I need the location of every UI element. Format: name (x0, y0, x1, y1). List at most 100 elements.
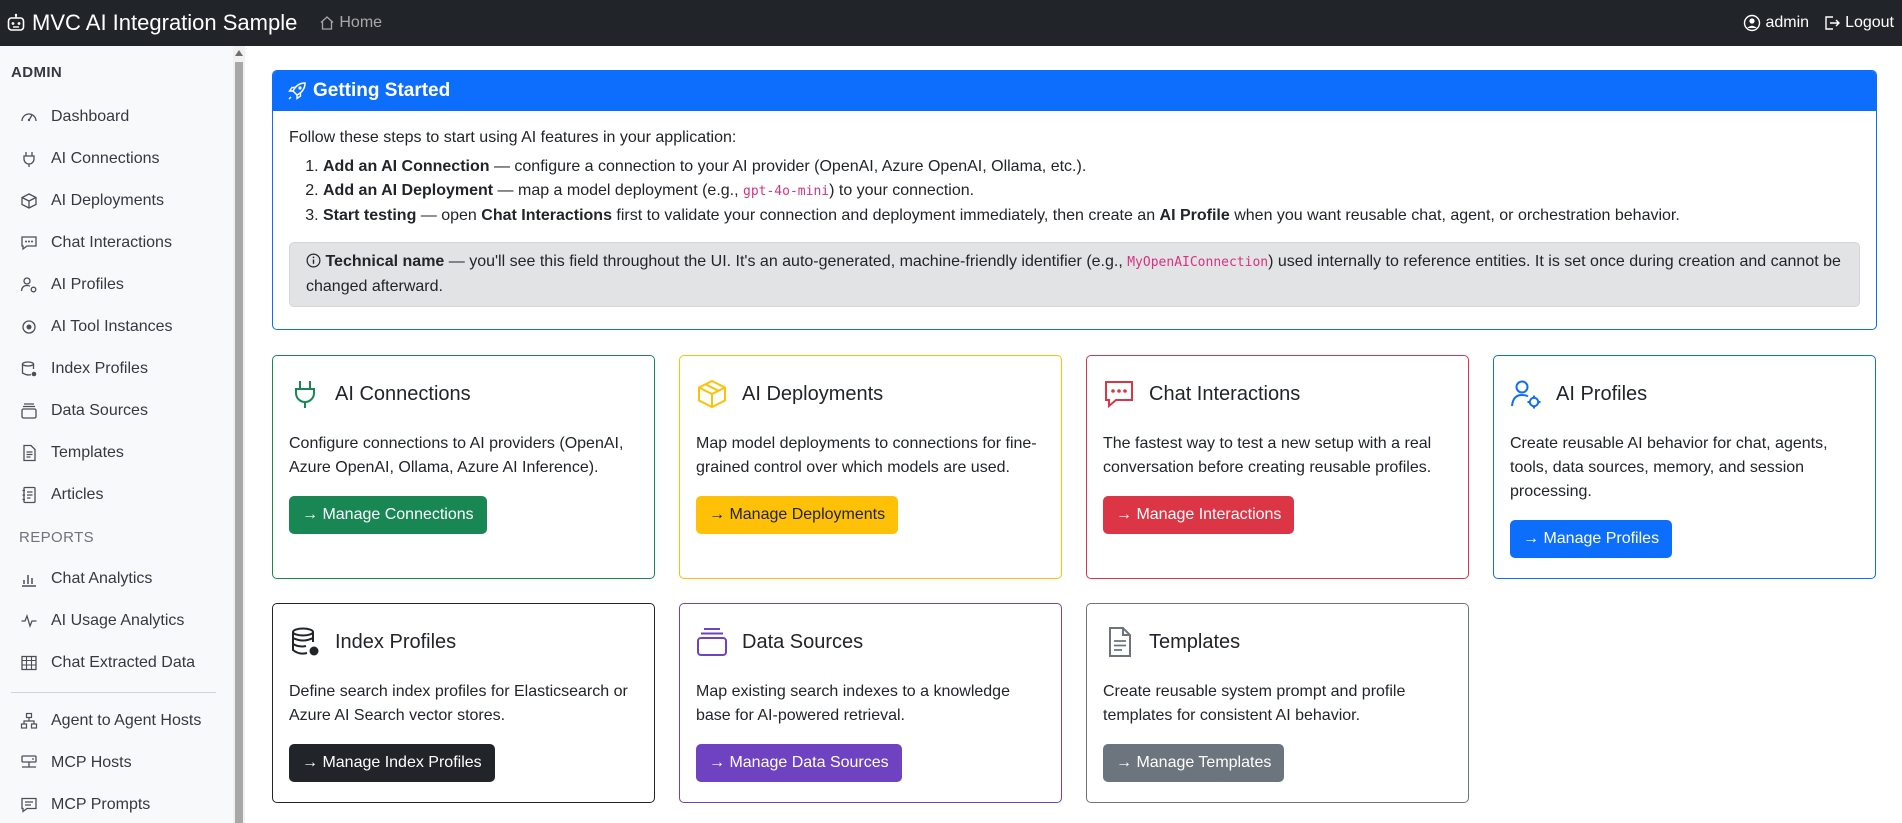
manage-interactions-button[interactable]: → Manage Interactions (1103, 496, 1295, 534)
sidebar-item-ai-connections[interactable]: AI Connections (20, 144, 160, 174)
sidebar: ADMIN Dashboard AI Connections AI Deploy… (0, 46, 233, 823)
sidebar-item-label: AI Profiles (51, 276, 124, 293)
sidebar-item-label: MCP Prompts (51, 796, 151, 813)
sidebar-item-label: MCP Hosts (51, 754, 132, 771)
home-label: Home (339, 14, 383, 31)
manage-deployments-button[interactable]: → Manage Deployments (696, 496, 899, 534)
getting-started-intro: Follow these steps to start using AI fea… (289, 129, 737, 146)
table-icon (21, 655, 37, 671)
card-data-sources: Data Sources Map existing search indexes… (679, 603, 1062, 803)
sidebar-item-chat-extracted-data[interactable]: Chat Extracted Data (20, 648, 195, 678)
sidebar-item-templates[interactable]: Templates (20, 438, 124, 468)
card-chat-interactions: Chat Interactions The fastest way to tes… (1086, 355, 1469, 579)
sidebar-item-label: Templates (51, 444, 124, 461)
person-gear-icon (20, 277, 37, 293)
database-gear-icon (292, 627, 319, 656)
chat-square-text-icon (21, 797, 37, 813)
journal-text-icon (22, 486, 36, 504)
box-icon (21, 193, 37, 209)
manage-profiles-button[interactable]: → Manage Profiles (1510, 520, 1673, 558)
sidebar-item-ai-profiles[interactable]: AI Profiles (20, 270, 124, 300)
sidebar-item-data-sources[interactable]: Data Sources (20, 396, 148, 426)
sidebar-scrollbar[interactable] (233, 46, 245, 823)
sidebar-item-label: Index Profiles (51, 360, 148, 377)
plug-icon (295, 381, 315, 408)
steps-list: Add an AI Connection — configure a conne… (323, 155, 1860, 228)
sidebar-heading-reports: REPORTS (19, 529, 95, 546)
hdd-network-icon (21, 755, 37, 768)
card-description: Create reusable system prompt and profil… (1103, 683, 1406, 724)
step-item: Add an AI Deployment — map a model deplo… (323, 179, 1860, 204)
nav-home-link[interactable]: Home (319, 14, 382, 32)
getting-started-title: Getting Started (313, 80, 451, 101)
card-title: Index Profiles (335, 630, 457, 653)
house-icon (320, 16, 334, 30)
sidebar-item-label: Agent to Agent Hosts (51, 712, 202, 729)
sidebar-item-mcp-hosts[interactable]: MCP Hosts (20, 748, 132, 778)
sidebar-item-articles[interactable]: Articles (20, 480, 103, 510)
sidebar-item-ai-tool-instances[interactable]: AI Tool Instances (20, 312, 173, 342)
sidebar-item-ai-usage-analytics[interactable]: AI Usage Analytics (20, 606, 184, 636)
sidebar-item-label: Chat Interactions (51, 234, 172, 251)
card-description: The fastest way to test a new setup with… (1103, 435, 1432, 476)
person-circle-icon (1744, 14, 1761, 32)
sidebar-item-mcp-prompts[interactable]: MCP Prompts (20, 790, 150, 820)
file-text-icon (23, 444, 36, 462)
sidebar-item-label: AI Tool Instances (51, 318, 173, 335)
sidebar-item-chat-analytics[interactable]: Chat Analytics (20, 564, 152, 594)
sidebar-item-index-profiles[interactable]: Index Profiles (20, 354, 148, 384)
card-description: Define search index profiles for Elastic… (289, 683, 628, 724)
diagram-icon (20, 712, 38, 729)
sidebar-item-label: AI Usage Analytics (51, 612, 185, 629)
sidebar-item-agent-to-agent-hosts[interactable]: Agent to Agent Hosts (20, 706, 201, 736)
card-title: AI Connections (335, 382, 471, 405)
user-menu[interactable]: admin (1743, 14, 1809, 32)
activity-icon (21, 614, 37, 628)
bar-chart-icon (22, 575, 36, 587)
card-description: Configure connections to AI providers (O… (289, 435, 624, 476)
scroll-up-arrow-icon[interactable] (235, 50, 243, 56)
speedometer-icon (21, 113, 37, 122)
sidebar-divider (11, 692, 216, 693)
chat-dots-icon (21, 236, 37, 251)
step-item: Start testing — open Chat Interactions f… (323, 204, 1860, 228)
collection-icon (21, 403, 37, 419)
sidebar-item-label: Dashboard (51, 108, 130, 125)
manage-index-profiles-button[interactable]: → Manage Index Profiles (289, 744, 495, 782)
sidebar-item-label: Chat Analytics (51, 570, 153, 587)
card-title: AI Deployments (742, 382, 884, 405)
card-description: Map model deployments to connections for… (696, 435, 1037, 476)
box-icon (698, 379, 726, 409)
plug-icon (23, 152, 35, 167)
sidebar-item-chat-interactions[interactable]: Chat Interactions (20, 228, 172, 258)
database-gear-icon (21, 361, 37, 377)
scrollbar-thumb[interactable] (235, 62, 243, 823)
card-description: Map existing search indexes to a knowled… (696, 683, 1010, 724)
brand-link[interactable]: MVC AI Integration Sample (6, 10, 297, 36)
tools-icon (22, 320, 36, 334)
file-text-icon (1109, 627, 1131, 657)
sidebar-item-label: AI Deployments (51, 192, 164, 209)
manage-connections-button[interactable]: → Manage Connections (289, 496, 487, 534)
sidebar-item-label: AI Connections (51, 150, 160, 167)
logout-button[interactable]: Logout (1823, 14, 1894, 32)
card-ai-connections: AI Connections Configure connections to … (272, 355, 655, 579)
logout-label: Logout (1845, 14, 1894, 31)
sidebar-heading-admin: ADMIN (11, 64, 63, 81)
app-title: MVC AI Integration Sample (32, 10, 298, 35)
card-title: Data Sources (742, 630, 864, 653)
sidebar-item-dashboard[interactable]: Dashboard (20, 102, 129, 132)
getting-started-panel: Getting Started Follow these steps to st… (272, 70, 1877, 330)
card-title: Chat Interactions (1149, 382, 1301, 405)
sidebar-item-label: Data Sources (51, 402, 148, 419)
card-index-profiles: Index Profiles Define search index profi… (272, 603, 655, 803)
getting-started-header: Getting Started (273, 71, 1876, 111)
manage-data-sources-button[interactable]: → Manage Data Sources (696, 744, 902, 782)
info-circle-icon (306, 253, 321, 268)
card-templates: Templates Create reusable system prompt … (1086, 603, 1469, 803)
sidebar-item-label: Chat Extracted Data (51, 654, 196, 671)
card-ai-profiles: AI Profiles Create reusable AI behavior … (1493, 355, 1876, 579)
top-navbar: MVC AI Integration Sample Home admin Log… (0, 0, 1902, 46)
manage-templates-button[interactable]: → Manage Templates (1103, 744, 1285, 782)
sidebar-item-ai-deployments[interactable]: AI Deployments (20, 186, 164, 216)
